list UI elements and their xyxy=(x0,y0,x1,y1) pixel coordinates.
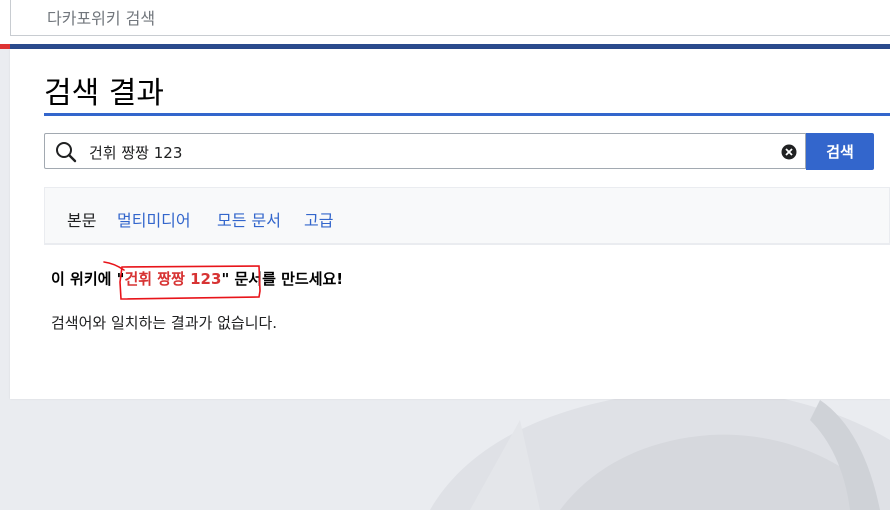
search-icon xyxy=(55,141,77,167)
profile-tab-content[interactable]: 본문 xyxy=(67,207,96,231)
create-notice-prefix: 이 위키에 " xyxy=(51,270,125,288)
create-page-link[interactable]: 건휘 짱짱 123 xyxy=(124,270,221,288)
search-box[interactable] xyxy=(44,133,806,169)
clear-icon[interactable] xyxy=(781,144,797,164)
profile-tab-advanced[interactable]: 고급 xyxy=(304,207,333,231)
brand-stripe-accent xyxy=(0,44,10,49)
top-search-box[interactable] xyxy=(10,0,890,36)
profile-tab-all-pages[interactable]: 모든 문서 xyxy=(217,207,281,231)
background-logo-pattern xyxy=(430,389,890,510)
search-input[interactable] xyxy=(87,142,771,162)
page-title: 검색 결과 xyxy=(44,76,164,111)
search-profile-bar: 본문 멀티미디어 모든 문서 고급 xyxy=(44,187,890,245)
profile-tab-multimedia[interactable]: 멀티미디어 xyxy=(117,207,191,231)
top-search-input[interactable] xyxy=(45,8,649,29)
create-page-notice: 이 위키에 "건휘 짱짱 123" 문서를 만드세요! xyxy=(51,268,343,289)
top-bar xyxy=(0,0,890,44)
search-button[interactable]: 검색 xyxy=(806,133,874,170)
title-underline xyxy=(44,113,890,116)
no-results-message: 검색어와 일치하는 결과가 없습니다. xyxy=(51,314,278,332)
create-notice-suffix: " 문서를 만드세요! xyxy=(221,270,344,288)
content-area: 검색 결과 검색 본문 멀티미디어 모든 문서 고급 이 위키에 "건휘 짱짱 … xyxy=(10,49,890,399)
